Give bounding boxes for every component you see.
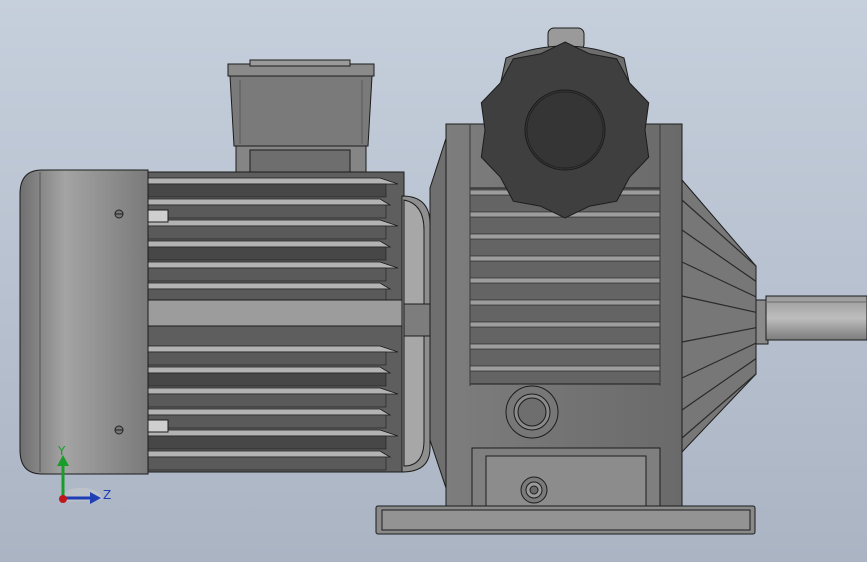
fin [147,261,399,269]
gearbox-rib [469,299,661,306]
triad-z-label: Z [103,488,111,502]
base-drain-plug [520,476,548,504]
gearbox-rib [469,343,661,350]
fin [147,387,399,395]
fin-gap [147,225,387,240]
cad-scene[interactable]: Y Z [0,0,867,562]
fin-gap [147,372,387,387]
cap-screw-bottom [114,425,124,435]
gearbox-oil-plug[interactable] [505,385,559,439]
gearbox-rib [469,255,661,262]
fin-notch [147,419,169,433]
fin-gap [147,267,387,282]
fin [147,282,392,290]
fin [147,198,392,206]
fin [147,345,399,353]
fin-notch [147,209,169,223]
terminal-box[interactable] [227,59,375,191]
fin-gap [147,435,387,450]
fin-gap [147,246,387,261]
fin-gap [147,351,387,366]
gearbox-rib [469,365,661,372]
motor-end-cap[interactable] [19,169,149,475]
fin [147,366,392,374]
fin [147,450,392,458]
fin-gap [147,393,387,408]
cad-graphics-viewport[interactable]: Y Z [0,0,867,562]
gearbox-rib [469,233,661,240]
fin [147,429,399,437]
fin [147,219,399,227]
motor-body[interactable] [145,171,405,473]
output-shaft[interactable] [755,295,867,345]
fin-gap [147,414,387,429]
fin-gap [147,183,387,198]
fin [147,408,392,416]
cap-screw-top [114,209,124,219]
triad-y-label: Y [57,444,66,458]
fin [147,177,399,185]
fin-gap [147,204,387,219]
fin-gap [147,456,387,471]
gearbox-rib [469,321,661,328]
motor-center-rib [145,299,405,327]
fin [147,240,392,248]
triad-x-axis-dot [59,495,67,503]
gearbox-rib [469,277,661,284]
